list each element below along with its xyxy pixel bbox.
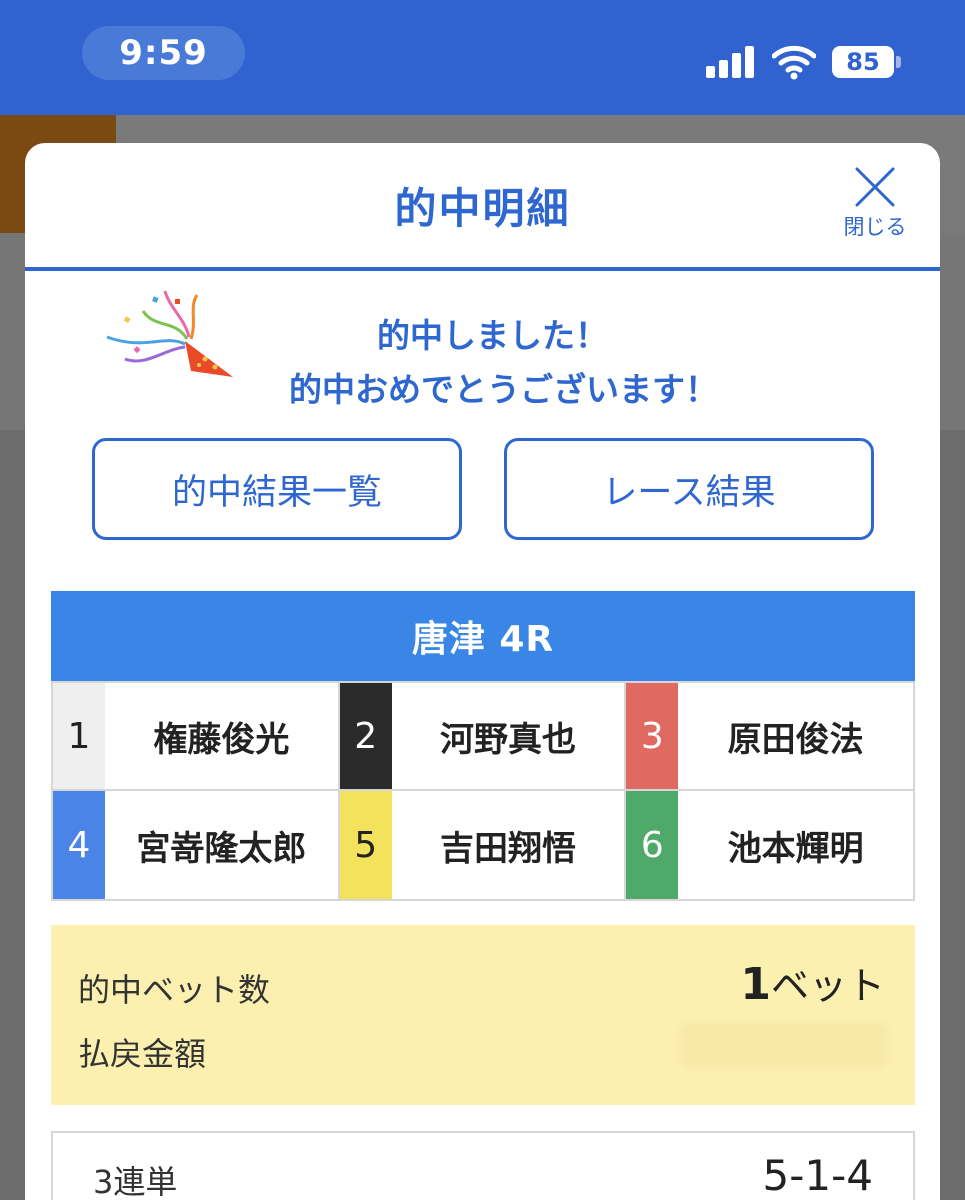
action-buttons: 的中結果一覧 レース結果 <box>92 438 874 540</box>
racer-name: 池本輝明 <box>727 828 864 869</box>
payout-amount-redacted <box>679 1021 889 1069</box>
lane-number: 1 <box>53 683 105 789</box>
lane-number: 2 <box>339 683 392 789</box>
racer-name: 権藤俊光 <box>153 719 290 760</box>
lane-number: 6 <box>626 791 679 899</box>
modal-header: 的中明細 閉じる <box>25 143 940 271</box>
race-title: 唐津 4R <box>51 591 915 681</box>
racer-grid: 1 権藤俊光 2 河野真也 3 原田俊法 4 宮嵜隆太郎 5 吉田翔悟 6 池本… <box>51 681 915 901</box>
lane-number: 4 <box>53 791 105 899</box>
payout-amount-label: 払戻金額 <box>78 1035 207 1073</box>
background-page-edge <box>940 430 965 1200</box>
congrats-banner: 的中しました！ 的中おめでとうございます！ <box>25 271 940 421</box>
racer-cell: 1 権藤俊光 <box>53 683 340 791</box>
congrats-line-2: 的中おめでとうございます！ <box>289 370 718 409</box>
bet-combination: 5-1-4 <box>762 1151 873 1200</box>
payout-summary: 的中ベット数 1ベット 払戻金額 <box>51 925 915 1105</box>
bet-type: 3連単 <box>93 1163 178 1200</box>
battery-indicator: 85 <box>832 46 894 78</box>
lane-number: 3 <box>626 683 679 789</box>
status-time: 9:59 <box>82 26 245 80</box>
background-page-edge <box>0 430 25 1200</box>
racer-name: 河野真也 <box>439 719 576 760</box>
bet-count-number: 1 <box>740 959 771 1010</box>
racer-cell: 6 池本輝明 <box>626 791 913 899</box>
racer-cell: 3 原田俊法 <box>626 683 913 791</box>
racer-cell: 5 吉田翔悟 <box>339 791 627 899</box>
hit-detail-modal: 的中明細 閉じる 的中しました！ 的中おめでとうございます！ 的中結果一覧 レー… <box>25 143 940 1200</box>
battery-tip <box>896 56 901 68</box>
congrats-line-1: 的中しました！ <box>377 316 608 355</box>
racer-cell: 2 河野真也 <box>339 683 627 791</box>
bet-count-label: 的中ベット数 <box>78 971 271 1009</box>
cellular-signal-icon <box>706 46 756 78</box>
bet-count-unit: ベット <box>770 964 885 1008</box>
racer-cell: 4 宮嵜隆太郎 <box>53 791 340 899</box>
race-result-button[interactable]: レース結果 <box>504 438 874 540</box>
close-icon <box>855 167 895 207</box>
hit-results-list-button[interactable]: 的中結果一覧 <box>92 438 462 540</box>
modal-title: 的中明細 <box>394 184 571 233</box>
bet-count-value: 1ベット <box>740 955 885 1010</box>
racer-name: 吉田翔悟 <box>439 828 576 869</box>
bet-detail-row: 3連単 5-1-4 <box>51 1131 915 1200</box>
close-button[interactable]: 閉じる <box>835 165 915 245</box>
racer-name: 原田俊法 <box>727 719 864 760</box>
racer-name: 宮嵜隆太郎 <box>136 828 307 869</box>
wifi-icon <box>772 45 816 80</box>
status-bar: 9:59 85 <box>0 0 965 115</box>
close-label: 閉じる <box>843 215 907 239</box>
lane-number: 5 <box>339 791 392 899</box>
